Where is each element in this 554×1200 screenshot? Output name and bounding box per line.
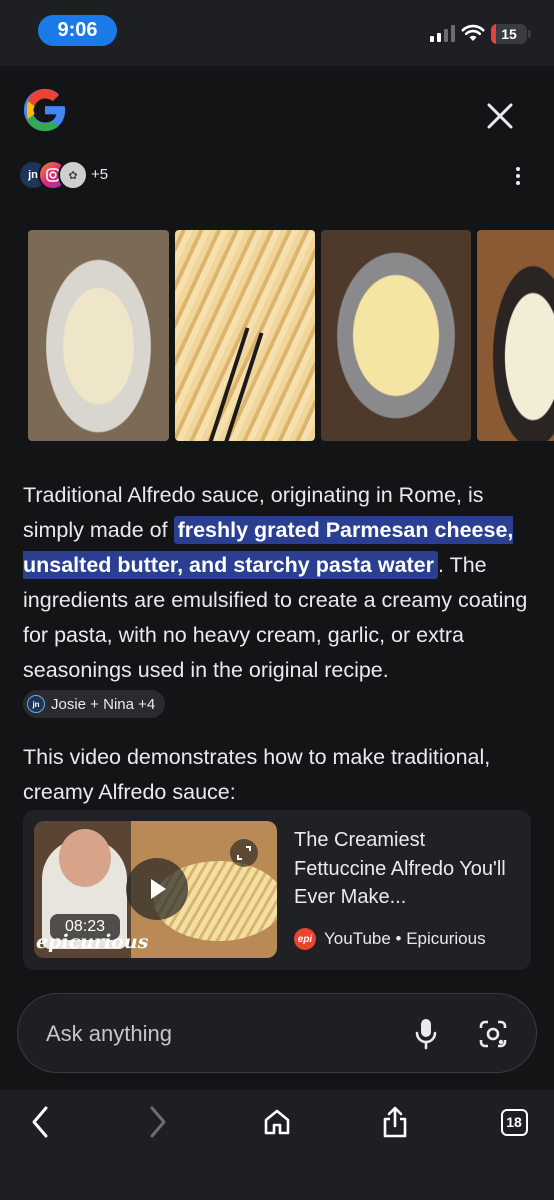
status-time[interactable]: 9:06	[38, 15, 117, 46]
browser-toolbar: 18	[0, 1090, 554, 1200]
video-title[interactable]: The Creamiest Fettuccine Alfredo You'll …	[294, 826, 514, 912]
battery-level: 15	[501, 26, 517, 42]
source-chip-label: Josie + Nina +4	[51, 695, 156, 713]
more-sources-count[interactable]: +5	[91, 166, 108, 183]
home-icon	[264, 1109, 290, 1135]
chef-face	[59, 829, 111, 887]
forward-icon	[150, 1106, 166, 1138]
share-icon	[383, 1106, 407, 1138]
answer-text: Traditional Alfredo sauce, originating i…	[23, 478, 535, 723]
epicurious-watermark: epicurious	[36, 931, 149, 953]
forward-button[interactable]	[138, 1102, 178, 1142]
more-vertical-icon[interactable]	[508, 164, 528, 188]
tab-count: 18	[500, 1108, 528, 1136]
expand-icon[interactable]	[230, 839, 258, 867]
back-icon	[32, 1106, 48, 1138]
alfredo-sauce-pot-image[interactable]	[477, 230, 554, 441]
tabs-button[interactable]: 18	[494, 1102, 534, 1142]
back-button[interactable]	[20, 1102, 60, 1142]
video-source-label: YouTube • Epicurious	[324, 929, 486, 948]
google-g-logo	[23, 88, 66, 132]
home-button[interactable]	[257, 1102, 297, 1142]
image-carousel[interactable]	[28, 230, 554, 441]
video-card[interactable]: 08:23 epicurious The Creamiest Fettuccin…	[23, 810, 531, 970]
fettuccine-bowl-image[interactable]	[28, 230, 169, 441]
video-intro-text: This video demonstrates how to make trad…	[23, 745, 491, 804]
battery-icon: 15	[491, 24, 527, 44]
avatar: ✿	[58, 160, 88, 190]
ask-bar[interactable]	[17, 993, 537, 1073]
epicurious-icon: epi	[294, 928, 316, 950]
close-icon[interactable]	[480, 96, 520, 136]
ai-overview-panel: jn ✿ +5 Traditional Alfredo sauce, origi…	[0, 66, 554, 1090]
source-avatars[interactable]: jn ✿	[18, 160, 88, 192]
source-chip[interactable]: jn Josie + Nina +4	[23, 690, 166, 719]
video-thumbnail[interactable]: 08:23 epicurious	[34, 821, 277, 958]
wifi-icon	[461, 24, 485, 41]
play-icon[interactable]	[126, 858, 188, 920]
fettuccine-pan-image[interactable]	[321, 230, 471, 441]
avatar: jn	[27, 695, 45, 714]
mic-icon[interactable]	[410, 1016, 442, 1052]
fettuccine-chopsticks-image[interactable]	[175, 230, 315, 441]
status-bar: 9:06 15	[0, 0, 554, 66]
cellular-signal-icon	[430, 25, 455, 42]
video-source[interactable]: epi YouTube • Epicurious	[294, 928, 486, 950]
ask-input[interactable]	[46, 1020, 376, 1048]
camera-lens-icon[interactable]	[475, 1016, 511, 1052]
share-button[interactable]	[375, 1102, 415, 1142]
battery-tip	[528, 30, 531, 38]
